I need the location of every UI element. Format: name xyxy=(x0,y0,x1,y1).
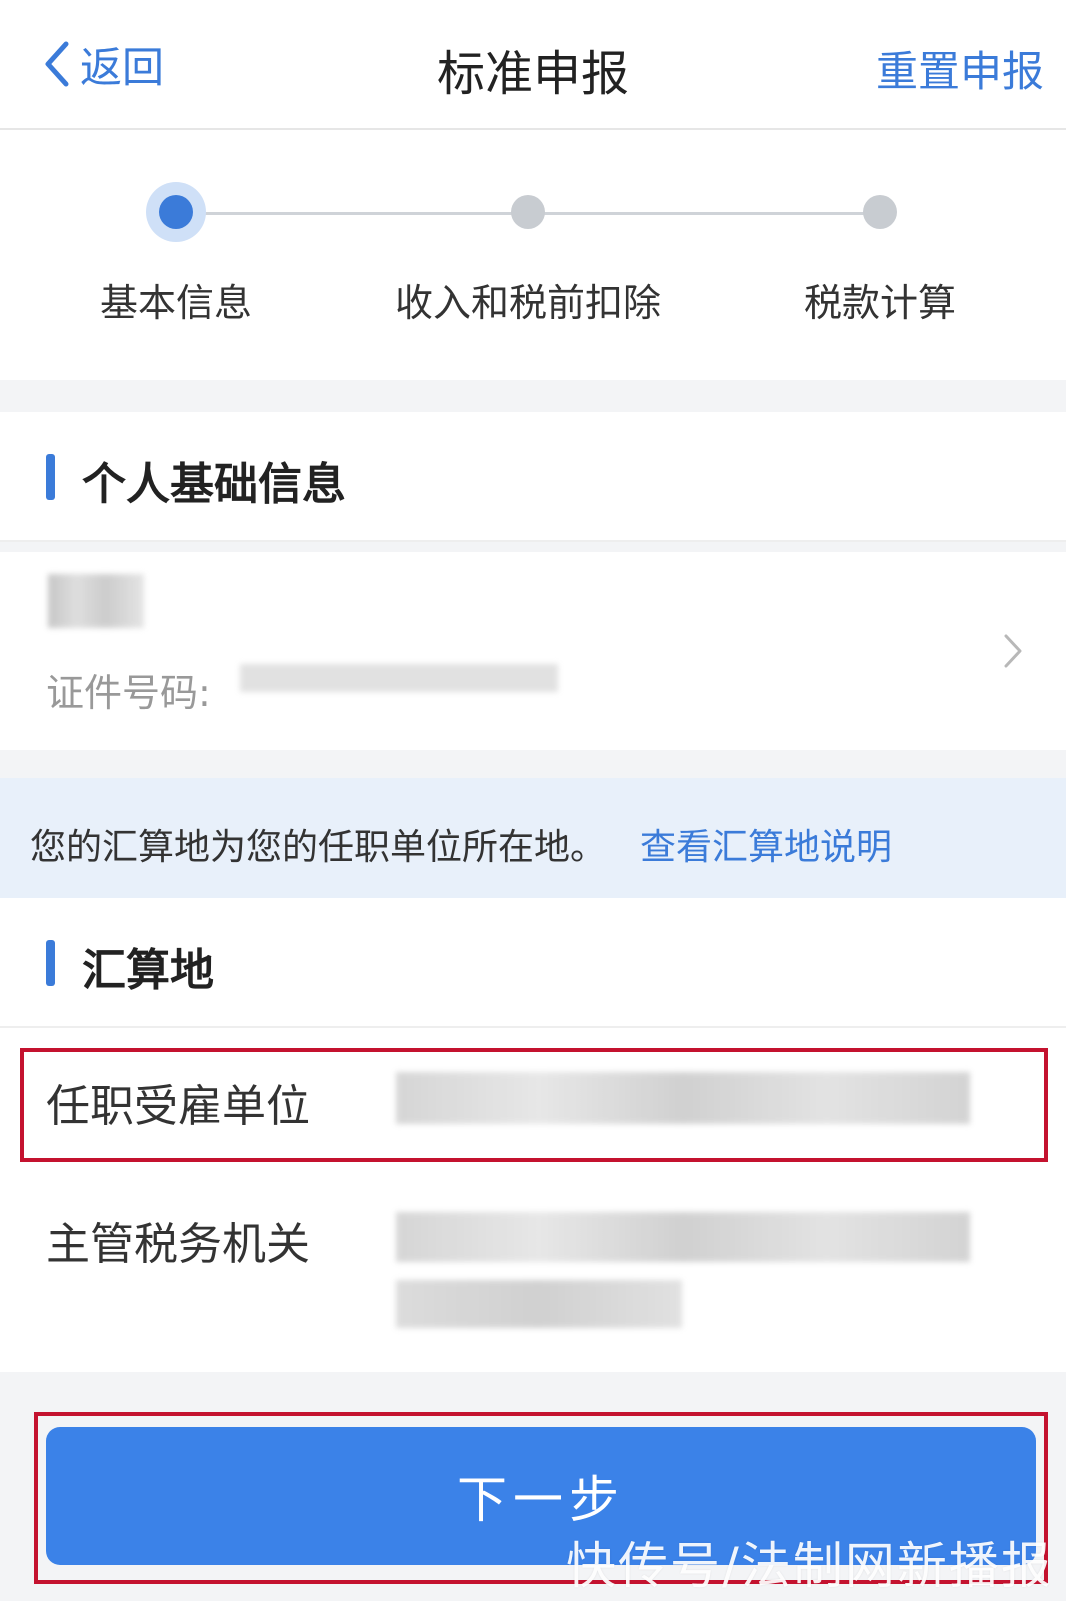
chevron-left-icon xyxy=(45,41,69,87)
step-dot-active xyxy=(159,195,193,229)
chevron-right-icon xyxy=(1004,634,1022,668)
section-accent-bar xyxy=(46,454,55,500)
notice-banner: 您的汇算地为您的任职单位所在地。 查看汇算地说明 xyxy=(0,778,1066,898)
tax-authority-row: 主管税务机关 xyxy=(0,1162,1066,1372)
id-number-label: 证件号码: xyxy=(46,671,211,715)
back-label: 返回 xyxy=(80,42,165,92)
location-header: 汇算地 xyxy=(0,898,1066,1028)
employer-row[interactable]: 任职受雇单位 xyxy=(0,1028,1066,1162)
progress-steps: 基本信息 收入和税前扣除 税款计算 xyxy=(0,130,1066,380)
redacted-tax-authority-line1 xyxy=(396,1212,970,1262)
personal-info-row[interactable]: 证件号码: xyxy=(0,552,1066,750)
back-button[interactable]: 返回 xyxy=(42,36,164,92)
step-connector xyxy=(176,212,528,215)
reset-declaration-button[interactable]: 重置申报 xyxy=(876,38,1044,99)
step-label-tax-calculation: 税款计算 xyxy=(803,281,956,325)
step-connector xyxy=(528,212,880,215)
tax-authority-label: 主管税务机关 xyxy=(46,1219,310,1270)
redacted-employer xyxy=(396,1072,970,1124)
notice-text: 您的汇算地为您的任职单位所在地。 xyxy=(30,827,607,868)
nav-bar: 返回 标准申报 重置申报 xyxy=(0,0,1066,130)
section-title: 个人基础信息 xyxy=(82,459,346,510)
step-label-income-deduction: 收入和税前扣除 xyxy=(394,281,661,325)
employer-label: 任职受雇单位 xyxy=(46,1081,310,1132)
view-location-explanation-link[interactable]: 查看汇算地说明 xyxy=(640,818,892,870)
section-accent-bar xyxy=(46,940,55,986)
step-dot-pending xyxy=(863,195,897,229)
redacted-id-number xyxy=(240,664,558,692)
section-title: 汇算地 xyxy=(82,945,214,996)
step-dot-pending xyxy=(511,195,545,229)
watermark-text: 快传号/法制网新播报 xyxy=(566,1537,1053,1595)
personal-info-header: 个人基础信息 xyxy=(0,412,1066,542)
step-label-basic-info: 基本信息 xyxy=(99,281,252,325)
redacted-name xyxy=(48,574,144,628)
redacted-tax-authority-line2 xyxy=(396,1280,682,1328)
